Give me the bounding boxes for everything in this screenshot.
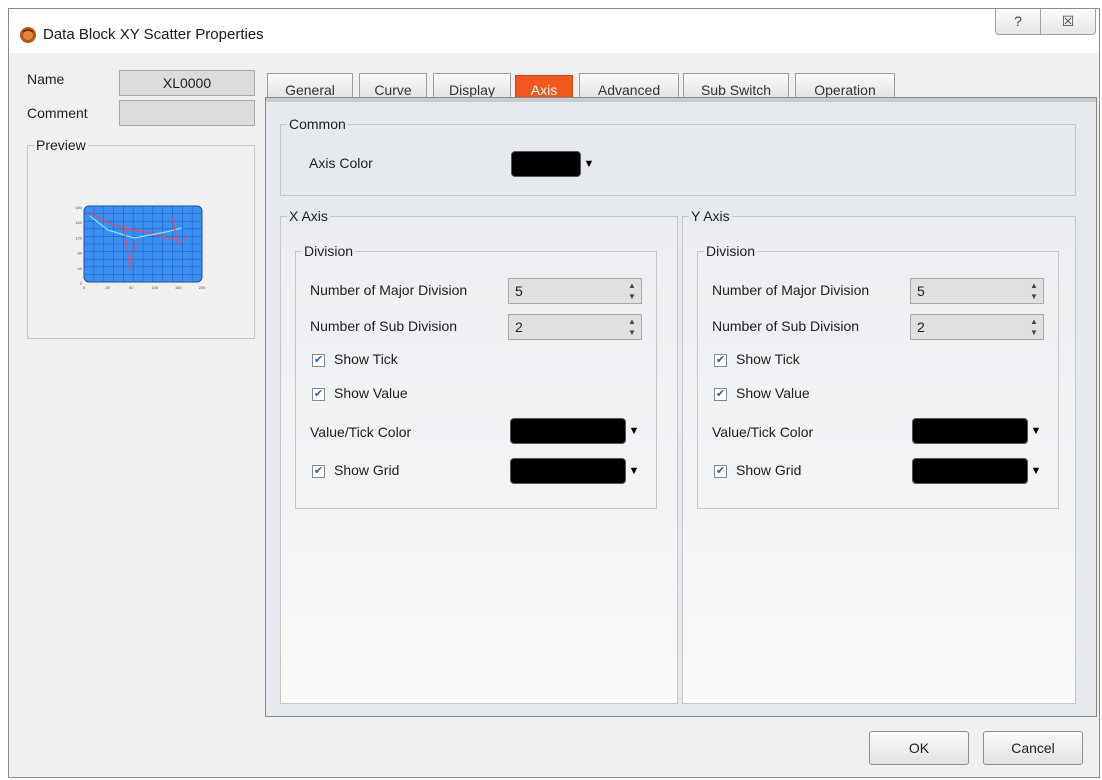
x-show-tick-label: Show Tick bbox=[334, 351, 398, 367]
x-value-tick-color-swatch bbox=[510, 418, 626, 444]
x-division-title: Division bbox=[302, 243, 356, 259]
preview-label: Preview bbox=[34, 137, 88, 153]
help-icon: ? bbox=[1014, 13, 1022, 29]
y-major-spinner[interactable]: 5 ▲ ▼ bbox=[910, 278, 1044, 304]
y-division-title: Division bbox=[704, 243, 758, 259]
y-value-tick-color-picker[interactable]: ▼ bbox=[912, 418, 1044, 444]
preview-x-tick: 60 bbox=[129, 285, 134, 290]
chevron-down-icon: ▼ bbox=[1030, 425, 1042, 437]
panel-top-edge bbox=[266, 98, 1096, 102]
name-field[interactable]: XL0000 bbox=[119, 70, 255, 96]
x-division-group: Division Number of Major Division 5 ▲ ▼ N… bbox=[295, 243, 657, 509]
check-icon: ✔ bbox=[715, 388, 726, 400]
x-axis-title: X Axis bbox=[287, 208, 330, 224]
chevron-down-icon: ▼ bbox=[628, 465, 640, 477]
preview-y-tick: 180 bbox=[75, 205, 82, 210]
x-show-grid-label: Show Grid bbox=[334, 462, 400, 478]
chevron-down-icon: ▼ bbox=[1030, 465, 1042, 477]
properties-dialog: Data Block XY Scatter Properties ? ☒ Nam… bbox=[8, 8, 1100, 778]
common-group: Common Axis Color ▼ bbox=[280, 116, 1076, 196]
axis-color-picker[interactable]: ▼ bbox=[511, 151, 597, 177]
x-axis-group: X Axis Division Number of Major Division… bbox=[280, 208, 678, 704]
app-icon bbox=[20, 27, 36, 43]
x-show-value-label: Show Value bbox=[334, 385, 408, 401]
y-value-tick-color-label: Value/Tick Color bbox=[712, 424, 814, 440]
preview-x-tick: 200 bbox=[199, 285, 206, 290]
close-icon: ☒ bbox=[1061, 13, 1075, 29]
close-button[interactable]: ☒ bbox=[1040, 9, 1096, 35]
y-sub-label: Number of Sub Division bbox=[712, 318, 860, 334]
y-show-value-checkbox[interactable]: ✔ bbox=[714, 388, 727, 401]
x-grid-color-swatch bbox=[510, 458, 626, 484]
preview-chart: 180160120804000 20 60 100 160 200 bbox=[75, 205, 206, 290]
preview-x-tick: 20 bbox=[105, 285, 110, 290]
x-sub-label: Number of Sub Division bbox=[310, 318, 458, 334]
y-show-value-label: Show Value bbox=[736, 385, 810, 401]
window-title: Data Block XY Scatter Properties bbox=[43, 26, 264, 43]
chevron-down-icon: ▼ bbox=[583, 158, 595, 170]
axis-color-swatch bbox=[511, 151, 581, 177]
y-grid-color-picker[interactable]: ▼ bbox=[912, 458, 1044, 484]
check-icon: ✔ bbox=[313, 465, 324, 477]
ok-button[interactable]: OK bbox=[869, 731, 969, 765]
x-show-tick-checkbox[interactable]: ✔ bbox=[312, 354, 325, 367]
x-major-spinner[interactable]: 5 ▲ ▼ bbox=[508, 278, 642, 304]
y-axis-group: Y Axis Division Number of Major Division… bbox=[682, 208, 1076, 704]
preview-y-tick: 80 bbox=[78, 251, 83, 256]
axis-color-label: Axis Color bbox=[309, 155, 373, 171]
x-value-tick-color-picker[interactable]: ▼ bbox=[510, 418, 642, 444]
preview-group: Preview 180 160 120 80 40 0 0 20 60 100 160 200 bbox=[27, 137, 255, 339]
y-grid-color-swatch bbox=[912, 458, 1028, 484]
y-major-value: 5 bbox=[917, 283, 925, 299]
y-show-grid-checkbox[interactable]: ✔ bbox=[714, 465, 727, 478]
y-value-tick-color-swatch bbox=[912, 418, 1028, 444]
title-bar: Data Block XY Scatter Properties ? ☒ bbox=[9, 9, 1099, 53]
y-sub-value: 2 bbox=[917, 319, 925, 335]
spin-arrows-icon[interactable]: ▲ ▼ bbox=[623, 315, 641, 339]
x-show-grid-checkbox[interactable]: ✔ bbox=[312, 465, 325, 478]
comment-label: Comment bbox=[27, 105, 88, 121]
preview-y-tick: 40 bbox=[78, 266, 83, 271]
spin-arrows-icon[interactable]: ▲ ▼ bbox=[1025, 315, 1043, 339]
preview-x-tick: 160 bbox=[175, 285, 182, 290]
preview-y-tick: 120 bbox=[75, 235, 82, 240]
x-show-value-checkbox[interactable]: ✔ bbox=[312, 388, 325, 401]
spin-arrows-icon[interactable]: ▲ ▼ bbox=[623, 279, 641, 303]
preview-x-tick: 0 bbox=[83, 285, 86, 290]
y-sub-spinner[interactable]: 2 ▲ ▼ bbox=[910, 314, 1044, 340]
spin-arrows-icon[interactable]: ▲ ▼ bbox=[1025, 279, 1043, 303]
y-axis-title: Y Axis bbox=[689, 208, 732, 224]
axis-tab-panel: Common Axis Color ▼ X Axis Division Numb… bbox=[265, 97, 1097, 717]
common-title: Common bbox=[287, 116, 348, 132]
y-show-tick-checkbox[interactable]: ✔ bbox=[714, 354, 727, 367]
preview-x-tick: 100 bbox=[151, 285, 158, 290]
x-value-tick-color-label: Value/Tick Color bbox=[310, 424, 412, 440]
x-major-label: Number of Major Division bbox=[310, 282, 468, 298]
x-sub-value: 2 bbox=[515, 319, 523, 335]
chevron-down-icon: ▼ bbox=[628, 425, 640, 437]
check-icon: ✔ bbox=[715, 354, 726, 366]
y-show-grid-label: Show Grid bbox=[736, 462, 802, 478]
name-label: Name bbox=[27, 71, 65, 87]
x-major-value: 5 bbox=[515, 283, 523, 299]
preview-y-tick: 160 bbox=[75, 220, 82, 225]
check-icon: ✔ bbox=[313, 354, 324, 366]
y-show-tick-label: Show Tick bbox=[736, 351, 800, 367]
check-icon: ✔ bbox=[715, 465, 726, 477]
x-sub-spinner[interactable]: 2 ▲ ▼ bbox=[508, 314, 642, 340]
help-button[interactable]: ? bbox=[995, 9, 1041, 35]
x-grid-color-picker[interactable]: ▼ bbox=[510, 458, 642, 484]
cancel-button[interactable]: Cancel bbox=[983, 731, 1083, 765]
y-major-label: Number of Major Division bbox=[712, 282, 870, 298]
comment-field[interactable] bbox=[119, 100, 255, 126]
y-division-group: Division Number of Major Division 5 ▲ ▼ N… bbox=[697, 243, 1059, 509]
check-icon: ✔ bbox=[313, 388, 324, 400]
